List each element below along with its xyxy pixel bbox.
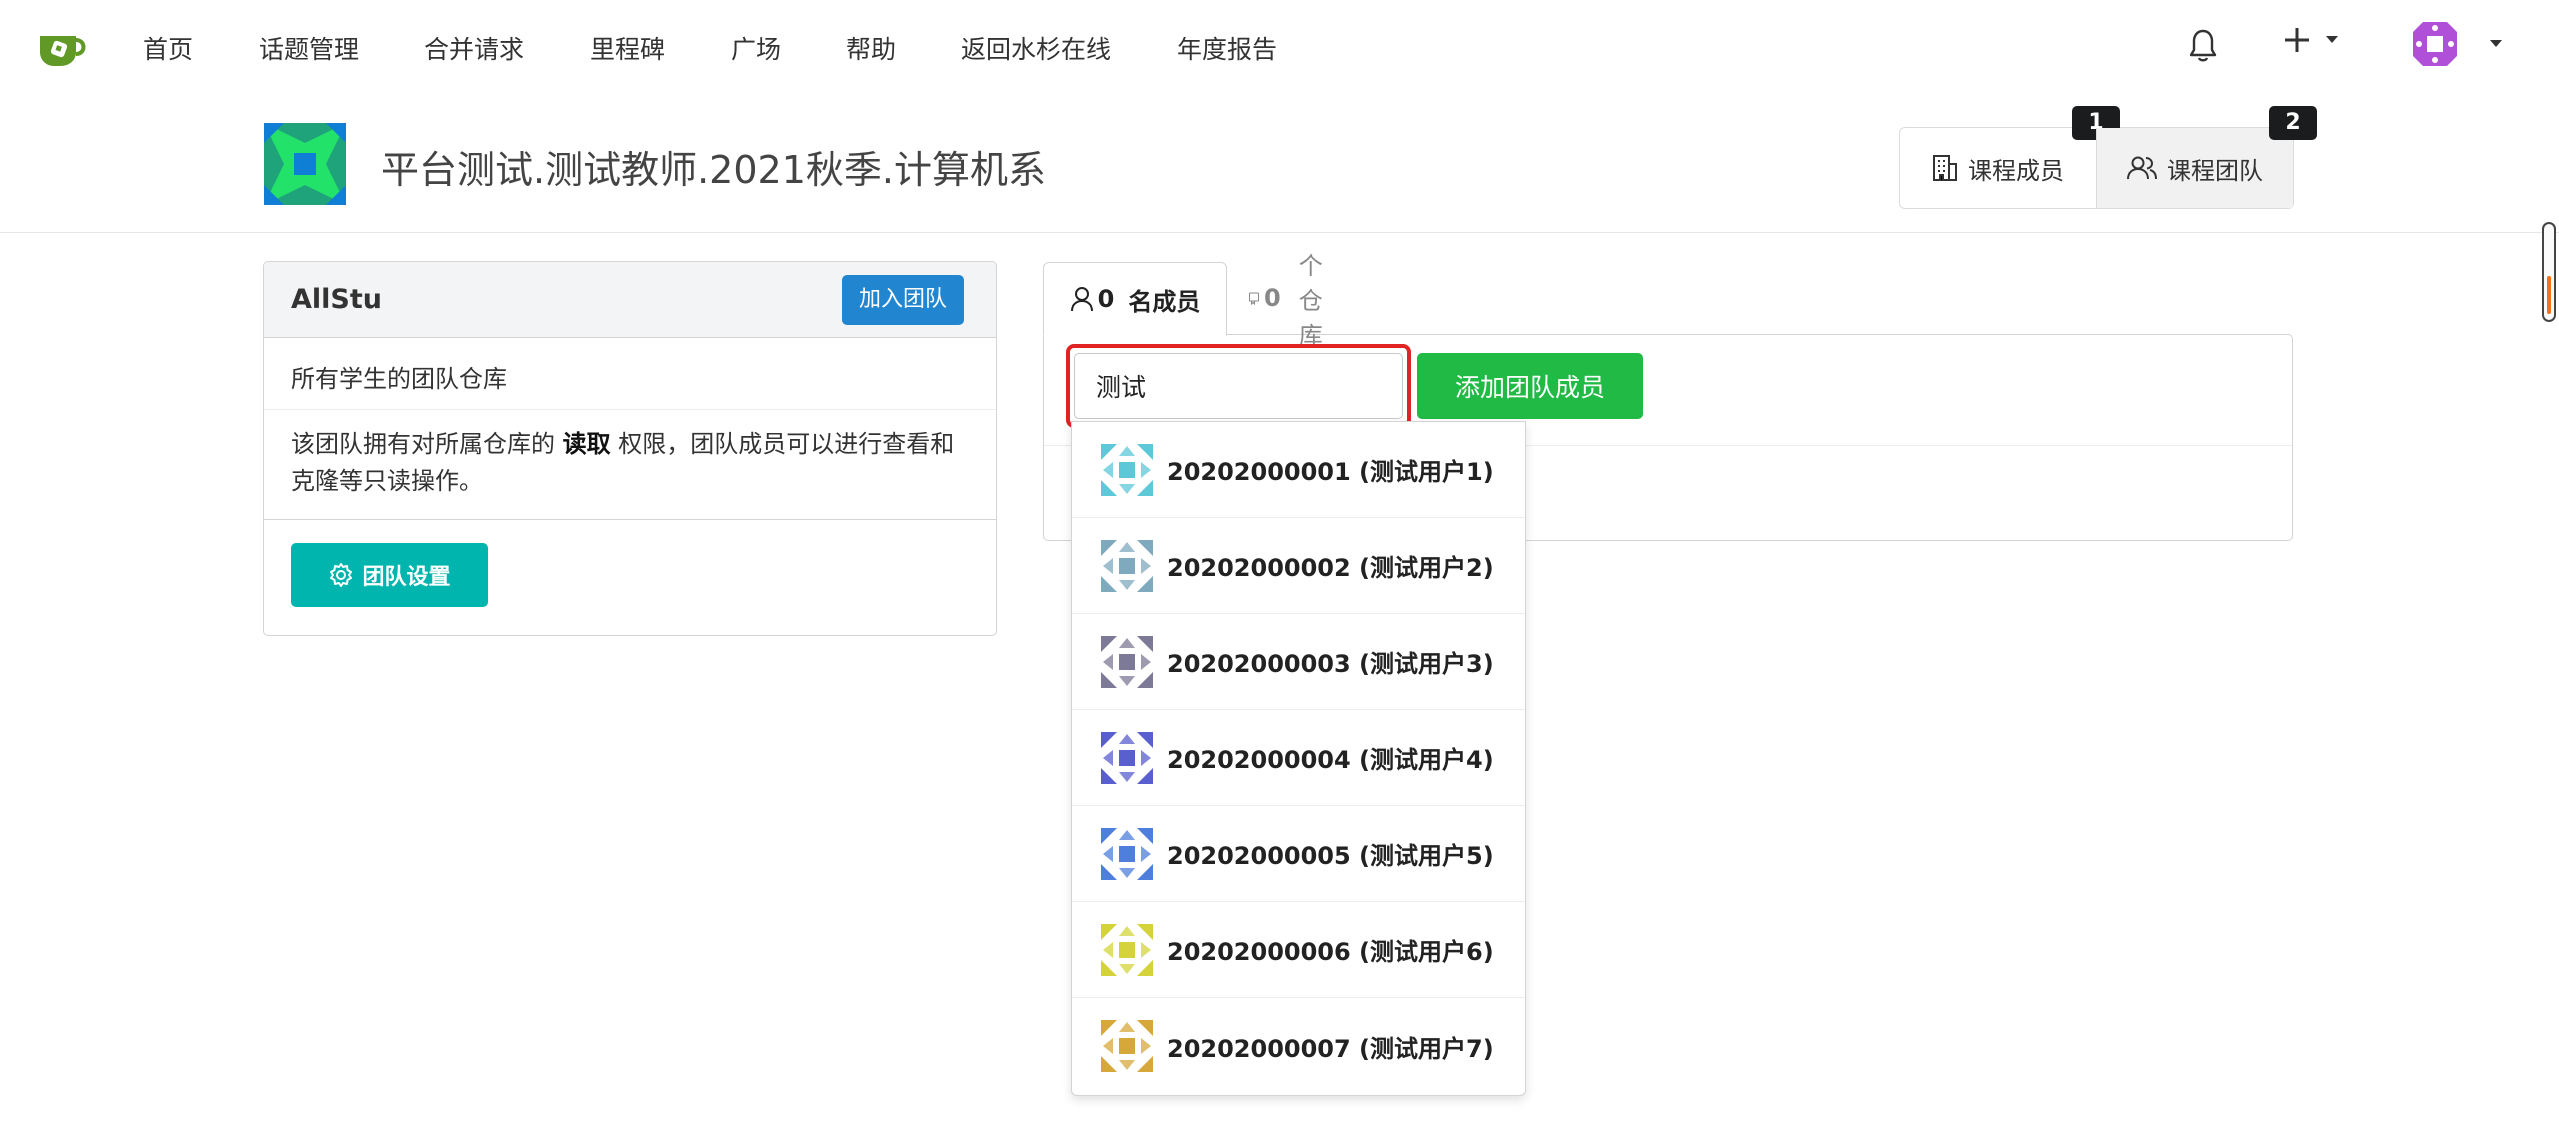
- tab-course-teams-label: 课程团队: [2167, 156, 2263, 185]
- avatar: [1101, 539, 1153, 592]
- badge-2: 2: [2269, 106, 2317, 140]
- suggestion-label: 20202000004 (测试用户4): [1167, 746, 1494, 774]
- page-title: 平台测试.测试教师.2021秋季.计算机系: [381, 148, 1046, 192]
- suggestion-label: 20202000005 (测试用户5): [1167, 842, 1494, 870]
- list-item[interactable]: 20202000005 (测试用户5): [1072, 806, 1525, 902]
- avatar: [1101, 923, 1153, 976]
- team-permission-text: 该团队拥有对所属仓库的 读取 权限，团队成员可以进行查看和克隆等只读操作。: [291, 426, 971, 500]
- team-name: AllStu: [291, 284, 382, 315]
- repos-count: 0: [1264, 284, 1281, 312]
- nav-milestones[interactable]: 里程碑: [590, 30, 665, 66]
- member-search-input[interactable]: [1074, 353, 1403, 419]
- create-menu-button[interactable]: [2283, 26, 2339, 54]
- header-tab-bar: 课程成员 1 课程团队 2: [1899, 106, 2317, 209]
- list-item[interactable]: 20202000002 (测试用户2): [1072, 518, 1525, 614]
- list-item[interactable]: 20202000006 (测试用户6): [1072, 902, 1525, 998]
- tab-course-teams[interactable]: 课程团队 2: [2096, 106, 2317, 208]
- nav-back-to-shuishan[interactable]: 返回水杉在线: [961, 30, 1111, 66]
- bell-icon[interactable]: [2188, 28, 2218, 64]
- page-scrollbar[interactable]: [2542, 222, 2556, 322]
- nav-home[interactable]: 首页: [143, 30, 193, 66]
- nav-help[interactable]: 帮助: [846, 30, 896, 66]
- avatar: [1101, 827, 1153, 880]
- list-item[interactable]: 20202000001 (测试用户1): [1072, 422, 1525, 518]
- tab-course-members-label: 课程成员: [1968, 156, 2064, 185]
- nav-explore[interactable]: 广场: [731, 30, 781, 66]
- top-navbar: 首页 话题管理 合并请求 里程碑 广场 帮助 返回水杉在线 年度报告: [0, 0, 2559, 96]
- list-item[interactable]: 20202000003 (测试用户3): [1072, 614, 1525, 710]
- nav-issues[interactable]: 话题管理: [259, 30, 359, 66]
- team-card: AllStu 加入团队 所有学生的团队仓库 该团队拥有对所属仓库的 读取 权限，…: [263, 261, 997, 636]
- avatar: [1101, 635, 1153, 688]
- user-icon: [1070, 287, 1093, 312]
- repos-label: 个仓库: [1298, 251, 1323, 350]
- users-icon: [2127, 156, 2157, 180]
- permission-level: 读取: [562, 430, 611, 458]
- members-label: 名成员: [1128, 287, 1201, 316]
- avatar: [1101, 731, 1153, 784]
- suggestion-label: 20202000001 (测试用户1): [1167, 458, 1494, 486]
- list-item[interactable]: 20202000007 (测试用户7): [1072, 998, 1525, 1094]
- avatar: [1101, 443, 1153, 496]
- team-settings-label: 团队设置: [362, 565, 451, 590]
- add-team-member-button[interactable]: 添加团队成员: [1417, 353, 1643, 419]
- members-count: 0: [1097, 285, 1115, 313]
- team-description: 所有学生的团队仓库: [264, 338, 996, 410]
- chevron-down-icon: [2326, 36, 2338, 43]
- user-menu-button[interactable]: [2413, 22, 2503, 66]
- avatar: [2413, 22, 2457, 66]
- avatar: [1101, 1020, 1153, 1072]
- team-permission: 该团队拥有对所属仓库的 读取 权限，团队成员可以进行查看和克隆等只读操作。: [264, 410, 996, 520]
- tab-repos[interactable]: 0 个仓库: [1248, 252, 1335, 350]
- join-team-button[interactable]: 加入团队: [841, 275, 964, 325]
- gear-icon: [330, 563, 353, 587]
- suggestion-label: 20202000003 (测试用户3): [1167, 650, 1494, 678]
- team-settings-button[interactable]: 团队设置: [291, 543, 488, 607]
- nav-annual-report[interactable]: 年度报告: [1177, 30, 1277, 66]
- suggestion-label: 20202000002 (测试用户2): [1167, 554, 1494, 582]
- tab-course-members[interactable]: 课程成员 1: [1900, 106, 2120, 208]
- member-suggestion-dropdown: 20202000001 (测试用户1) 20202000002 (测试用户2) 20…: [1071, 421, 1526, 1096]
- team-card-header: AllStu 加入团队: [264, 262, 996, 338]
- nav-pull-requests[interactable]: 合并请求: [424, 30, 524, 66]
- repo-icon: [1249, 292, 1259, 306]
- chevron-down-icon: [2490, 40, 2502, 47]
- building-icon: [1933, 155, 1957, 181]
- scrollbar-thumb[interactable]: [2547, 276, 2551, 314]
- suggestion-label: 20202000007 (测试用户7): [1167, 1034, 1494, 1063]
- tab-members[interactable]: 0 名成员: [1043, 262, 1227, 336]
- suggestion-label: 20202000006 (测试用户6): [1167, 938, 1494, 966]
- logo-icon[interactable]: [36, 28, 88, 68]
- permission-prefix: 该团队拥有对所属仓库的: [291, 430, 563, 458]
- team-description-text: 所有学生的团队仓库: [291, 365, 507, 393]
- plus-icon: [2285, 28, 2309, 52]
- course-header: 平台测试.测试教师.2021秋季.计算机系 课程成员 1 课程团队 2: [0, 95, 2559, 233]
- course-avatar: [264, 123, 346, 205]
- list-item[interactable]: 20202000004 (测试用户4): [1072, 710, 1525, 806]
